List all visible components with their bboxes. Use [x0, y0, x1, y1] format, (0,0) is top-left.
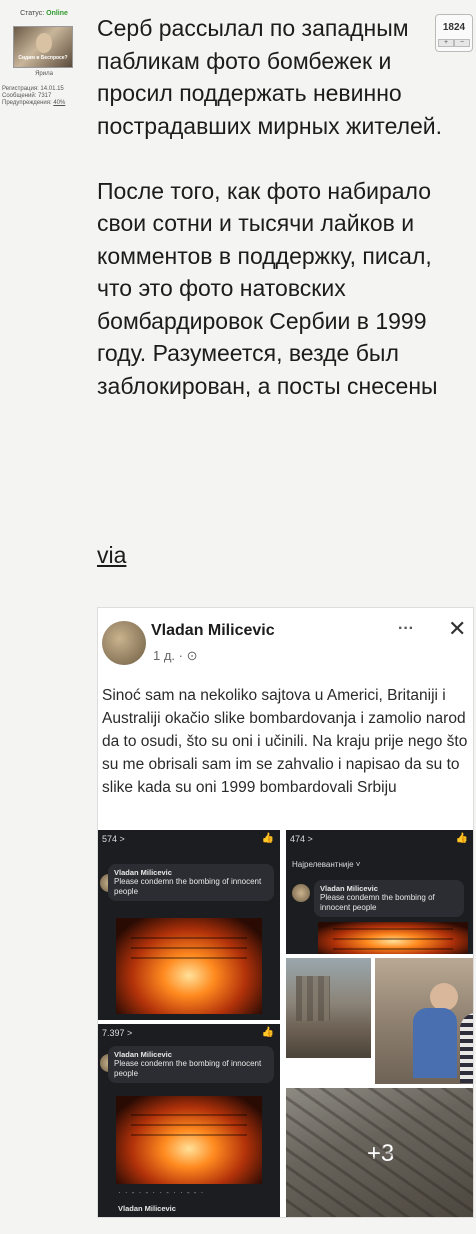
- commenter-name: Vladan Milicevic: [320, 884, 378, 893]
- user-info-panel: Статус: Online Сидим в Беспросе? Ярила Р…: [0, 0, 88, 1234]
- bombing-photo: [116, 1096, 262, 1184]
- photo-figure: [430, 983, 458, 1011]
- fb-author-name: Vladan Milicevic: [151, 622, 275, 639]
- fb-time-text: 1 д. ·: [153, 648, 183, 663]
- fb-post-message: Sinoć sam na nekoliko sajtova u Americi,…: [102, 687, 468, 796]
- collage-screenshot-2: 474 > 👍 Најрелевантније ˅ Vladan Milicev…: [286, 830, 473, 954]
- warnings-label: Предупреждения:: [2, 100, 52, 106]
- photo-figure: [460, 1013, 473, 1083]
- commenter-name: Vladan Milicevic: [114, 1050, 172, 1059]
- like-icon: 👍: [261, 833, 274, 844]
- warnings: Предупреждения: 40%: [2, 100, 86, 107]
- status-label: Статус:: [20, 10, 45, 17]
- bombing-photo: [318, 922, 468, 954]
- bombing-photo: [116, 918, 262, 1014]
- user-stats: Регистрация: 14.01.15 Сообщений: 7317 Пр…: [2, 86, 86, 107]
- user-status: Статус: Online: [0, 10, 88, 17]
- avatar[interactable]: Сидим в Беспросе?: [13, 26, 73, 68]
- more-photos-count: +3: [286, 1088, 473, 1217]
- post-body: Серб рассылал по западным пабликам фото …: [97, 12, 471, 435]
- close-icon: ✕: [448, 616, 467, 641]
- reaction-count: 474 >: [290, 834, 313, 844]
- mother-child-photo: [375, 958, 473, 1084]
- collage-screenshot-1: 574 > 👍 Vladan Milicevic Please condemn …: [98, 830, 280, 1020]
- blurred-comment: · · - · - · · - · · - - ·: [118, 1188, 205, 1197]
- commenter-avatar: [292, 884, 310, 902]
- reaction-count: 574 >: [102, 834, 125, 844]
- comment-text: Please condemn the bombing of innocent p…: [114, 877, 262, 896]
- username[interactable]: Ярила: [0, 71, 88, 77]
- comment-bubble: Vladan Milicevic Please condemn the bomb…: [108, 1046, 274, 1083]
- collage-screenshot-3: 7.397 > 👍 Vladan Milicevic Please condem…: [98, 1024, 280, 1217]
- registration-date: Регистрация: 14.01.15: [2, 86, 64, 92]
- comment-text: Please condemn the bombing of innocent p…: [320, 893, 435, 912]
- ruins-photo: [286, 958, 371, 1058]
- globe-icon: ⊙: [186, 648, 198, 663]
- fb-author-avatar: [102, 621, 146, 665]
- message-count: Сообщений: 7317: [2, 93, 52, 99]
- avatar-caption: Сидим в Беспросе?: [18, 55, 68, 61]
- footer-commenter-name: Vladan Milicevic: [118, 1204, 176, 1213]
- rubble-photo[interactable]: +3: [286, 1088, 473, 1217]
- via-link[interactable]: via: [97, 542, 126, 569]
- more-options-icon: ···: [398, 620, 414, 637]
- post-paragraph-1: Серб рассылал по западным пабликам фото …: [97, 15, 443, 139]
- reaction-count: 7.397 >: [102, 1028, 133, 1038]
- like-icon: 👍: [261, 1027, 274, 1038]
- post-paragraph-2: После того, как фото набирало свои сотни…: [97, 177, 438, 399]
- like-icon: 👍: [455, 833, 468, 844]
- commenter-name: Vladan Milicevic: [114, 868, 172, 877]
- comment-bubble: Vladan Milicevic Please condemn the bomb…: [108, 864, 274, 901]
- warnings-value[interactable]: 40%: [53, 100, 65, 106]
- avatar-face: [36, 33, 52, 53]
- photo-figure: [413, 1008, 457, 1078]
- sort-label: Најрелевантније ˅: [292, 860, 361, 869]
- fb-post-time: 1 д. · ⊙: [153, 648, 198, 664]
- comment-bubble: Vladan Milicevic Please condemn the bomb…: [314, 880, 464, 917]
- comment-text: Please condemn the bombing of innocent p…: [114, 1059, 262, 1078]
- embedded-screenshot[interactable]: Vladan Milicevic 1 д. · ⊙ ··· ✕ Sinoć sa…: [97, 607, 474, 1218]
- status-online: Online: [46, 10, 68, 17]
